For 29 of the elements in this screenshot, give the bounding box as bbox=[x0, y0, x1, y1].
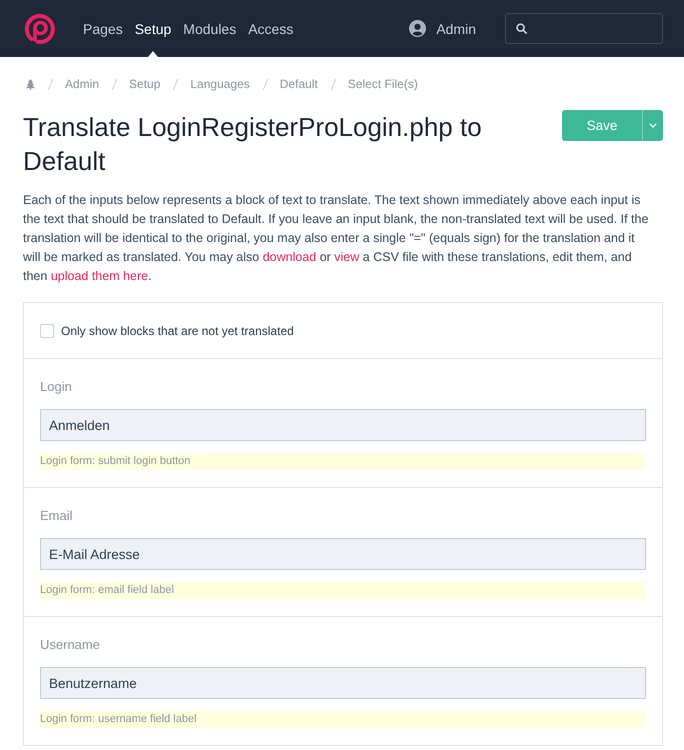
user-icon[interactable] bbox=[409, 20, 426, 37]
nav-tab[interactable]: Access bbox=[248, 0, 294, 57]
search-field[interactable] bbox=[505, 13, 663, 44]
translation-field[interactable]: Anmelden bbox=[40, 409, 646, 441]
filter-checkbox[interactable] bbox=[40, 324, 54, 338]
search-icon bbox=[516, 23, 527, 34]
page-title: Translate LoginRegisterProLogin.php to Default bbox=[23, 111, 483, 178]
caret-icon bbox=[649, 123, 657, 128]
text-link[interactable]: download bbox=[262, 250, 316, 264]
nav-tab[interactable]: Modules bbox=[183, 0, 236, 57]
translation-note: Login form: username field label bbox=[40, 711, 646, 728]
nav-tab[interactable]: Pages bbox=[83, 0, 123, 57]
translation-field[interactable]: Benutzername bbox=[40, 667, 646, 699]
tree-icon[interactable] bbox=[26, 78, 35, 90]
filter-label[interactable]: Only show blocks that are not yet translated bbox=[61, 324, 294, 338]
pointer-icon bbox=[148, 51, 158, 57]
intro-text: Each of the inputs below represents a block of text to translate. The text shown immediately above each input is the text that should be translated to Default. If you leave an input blank, the non-translated text will be used. If the translation will be identical to the original, you may also enter a single "=" (equals sign) for the translation and it will be marked as translated. You may also download or view a CSV file with these translations, edit them, and then upload them here. bbox=[23, 192, 650, 285]
text-link[interactable]: view bbox=[334, 250, 360, 264]
source-text: Username bbox=[40, 637, 101, 653]
user-menu[interactable]: Admin bbox=[436, 20, 476, 36]
source-text: Email bbox=[40, 508, 74, 524]
nav-tab[interactable]: Setup bbox=[134, 0, 172, 57]
logo-icon[interactable] bbox=[24, 12, 56, 44]
text-link[interactable]: upload them here bbox=[50, 269, 148, 283]
translation-field[interactable]: E-Mail Adresse bbox=[40, 538, 646, 570]
source-text: Login bbox=[40, 379, 73, 395]
save-options-button[interactable] bbox=[642, 110, 663, 141]
translation-note: Login form: submit login button bbox=[40, 453, 646, 470]
translation-note: Login form: email field label bbox=[40, 582, 646, 599]
